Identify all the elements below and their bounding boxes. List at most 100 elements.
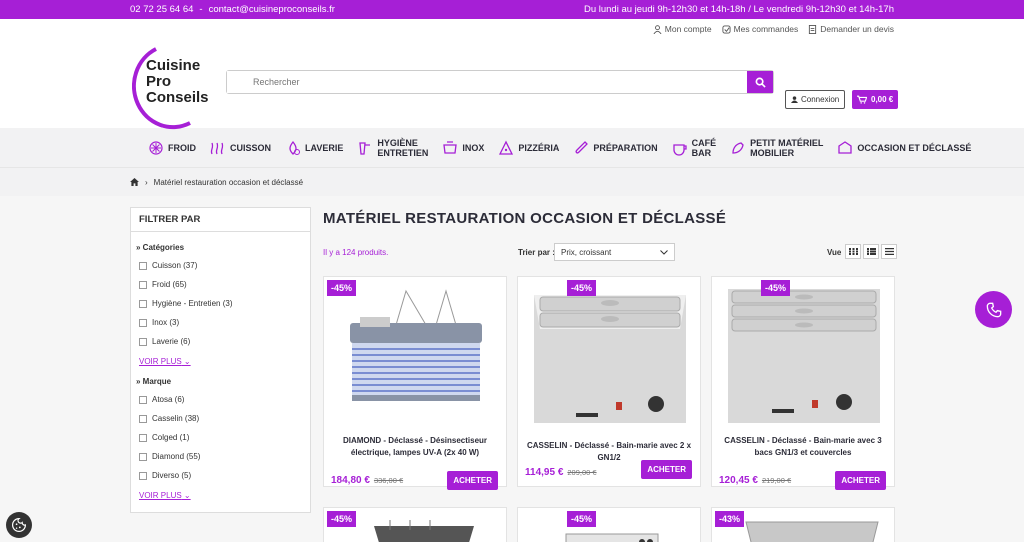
filter-option-label: Diamond (55) bbox=[152, 452, 201, 461]
sort-select[interactable]: Prix, croissant bbox=[554, 243, 675, 261]
snowflake-icon bbox=[149, 140, 163, 155]
old-price: 336,00 € bbox=[373, 476, 404, 485]
filter-option[interactable]: Atosa (6) bbox=[136, 390, 310, 409]
filter-option[interactable]: Froid (65) bbox=[136, 275, 310, 294]
top-bar: 02 72 25 64 64- contact@cuisineproconseil… bbox=[0, 0, 1024, 19]
breadcrumb: › Matériel restauration occasion et décl… bbox=[0, 167, 1024, 196]
checkbox[interactable] bbox=[139, 261, 147, 270]
nav-item-laverie[interactable]: LAVERIE bbox=[285, 140, 343, 156]
cart-icon bbox=[857, 95, 867, 104]
pizza-icon bbox=[499, 140, 514, 155]
filter-option[interactable]: Diverso (5) bbox=[136, 466, 310, 485]
product-card[interactable]: -45% DIAMOND - Déclassé - Désinsectiseur… bbox=[323, 276, 508, 490]
buy-button[interactable]: ACHETER bbox=[447, 471, 498, 490]
filter-option[interactable]: Laverie (6) bbox=[136, 332, 310, 351]
call-button[interactable] bbox=[975, 291, 1012, 328]
checkbox[interactable] bbox=[139, 318, 147, 327]
quote-link[interactable]: Demander un devis bbox=[808, 24, 894, 34]
nav-item-preparation[interactable]: PRÉPARATION bbox=[573, 140, 658, 156]
product-card[interactable]: -45% CASSELIN - Déclassé - Bain-marie av… bbox=[711, 276, 896, 490]
nav-item-hygiene[interactable]: HYGIÈNE ENTRETIEN bbox=[357, 138, 428, 158]
phone-icon bbox=[986, 302, 1001, 317]
filter-option[interactable]: Diamond (55) bbox=[136, 447, 310, 466]
buy-button[interactable]: ACHETER bbox=[641, 460, 692, 479]
checkbox[interactable] bbox=[139, 433, 147, 442]
orders-label: Mes commandes bbox=[733, 24, 799, 34]
search-button[interactable] bbox=[747, 71, 773, 93]
filter-option-label: Atosa (6) bbox=[152, 395, 185, 404]
filter-option[interactable]: Inox (3) bbox=[136, 313, 310, 332]
page-title: MATÉRIEL RESTAURATION OCCASION ET DÉCLAS… bbox=[323, 210, 727, 227]
filter-option-label: Colged (1) bbox=[152, 433, 190, 442]
product-name[interactable]: CASSELIN - Déclassé - Bain-marie avec 3 … bbox=[720, 435, 886, 459]
filter-heading: FILTRER PAR bbox=[131, 208, 310, 232]
account-label: Mon compte bbox=[664, 24, 712, 34]
brand-filter: » Marque Atosa (6) Casselin (38) Colged (1… bbox=[131, 366, 310, 500]
orders-link[interactable]: Mes commandes bbox=[722, 24, 799, 34]
content: FILTRER PAR » Catégories Cuisson (37) Fro… bbox=[0, 196, 1024, 542]
filter-option-label: Diverso (5) bbox=[152, 471, 192, 480]
checkbox[interactable] bbox=[139, 452, 147, 461]
nav-item-petit-materiel[interactable]: PETIT MATÉRIEL MOBILIER bbox=[730, 138, 823, 158]
checkbox[interactable] bbox=[139, 299, 147, 308]
discount-badge: -45% bbox=[761, 280, 791, 296]
grid-view-button[interactable] bbox=[845, 244, 861, 259]
email-link[interactable]: contact@cuisineproconseils.fr bbox=[209, 4, 335, 15]
categories-more-link[interactable]: VOIR PLUS ⌄ bbox=[136, 357, 310, 366]
product-name[interactable]: DIAMOND - Déclassé - Désinsectiseur élec… bbox=[332, 435, 498, 459]
nav-item-label: LAVERIE bbox=[305, 142, 344, 153]
buy-button[interactable]: ACHETER bbox=[835, 471, 886, 490]
checkbox[interactable] bbox=[139, 280, 147, 289]
steel-tray-icon bbox=[443, 140, 458, 154]
product-image-insect-killer[interactable] bbox=[324, 277, 508, 427]
nav-item-label: PETIT MATÉRIEL MOBILIER bbox=[750, 137, 824, 158]
filter-option[interactable]: Hygiène - Entretien (3) bbox=[136, 294, 310, 313]
water-drop-icon bbox=[289, 140, 301, 155]
nav-item-inox[interactable]: INOX bbox=[442, 140, 484, 156]
nav-item-label: FROID bbox=[168, 142, 196, 153]
product-image-bain-marie-3[interactable] bbox=[712, 277, 896, 427]
user-icon bbox=[653, 24, 662, 34]
spray-icon bbox=[359, 141, 371, 155]
filter-option-label: Casselin (38) bbox=[152, 414, 200, 423]
product-card[interactable]: -45% CASSELIN - Déclassé - Bain-marie av… bbox=[517, 276, 701, 487]
product-card[interactable]: -45% bbox=[517, 507, 701, 542]
product-image-gastro-tray bbox=[745, 521, 879, 542]
grid-icon bbox=[848, 248, 858, 255]
nav-item-cuisson[interactable]: CUISSON bbox=[210, 140, 271, 156]
nav-item-cafe[interactable]: CAFÉ BAR bbox=[672, 138, 716, 158]
old-price: 219,00 € bbox=[761, 476, 792, 485]
nav-item-pizzeria[interactable]: PIZZÉRIA bbox=[498, 140, 559, 156]
brands-more-link[interactable]: VOIR PLUS ⌄ bbox=[136, 491, 310, 500]
filter-option[interactable]: Casselin (38) bbox=[136, 409, 310, 428]
brand-filter-title: » Marque bbox=[136, 377, 172, 386]
list-view-button[interactable] bbox=[863, 244, 879, 259]
checkbox[interactable] bbox=[139, 471, 147, 480]
filter-option[interactable]: Colged (1) bbox=[136, 428, 310, 447]
product-card[interactable]: -43% bbox=[711, 507, 895, 542]
nav-item-occasion[interactable]: OCCASION ET DÉCLASSÉ bbox=[837, 140, 971, 156]
checkbox[interactable] bbox=[139, 414, 147, 423]
nav-item-froid[interactable]: FROID bbox=[148, 140, 196, 156]
table-view-button[interactable] bbox=[881, 244, 897, 259]
filter-option[interactable]: Cuisson (37) bbox=[136, 256, 310, 275]
product-image-bain-marie[interactable] bbox=[518, 277, 702, 427]
account-link[interactable]: Mon compte bbox=[653, 24, 712, 34]
product-price: 114,95 €209,00 € bbox=[525, 467, 597, 478]
search-input[interactable] bbox=[227, 71, 747, 93]
nav-item-label: PRÉPARATION bbox=[593, 142, 658, 153]
login-button[interactable]: Connexion bbox=[785, 90, 846, 109]
phone-link[interactable]: 02 72 25 64 64 bbox=[130, 4, 193, 15]
opening-hours: Du lundi au jeudi 9h-12h30 et 14h-18h / … bbox=[583, 4, 894, 15]
discount-badge: -43% bbox=[715, 511, 745, 527]
product-card[interactable]: -45% bbox=[323, 507, 507, 542]
cart-button[interactable]: 0,00 € bbox=[852, 90, 899, 109]
checkbox[interactable] bbox=[139, 337, 147, 346]
cookie-settings-button[interactable] bbox=[6, 512, 32, 538]
checkbox[interactable] bbox=[139, 395, 147, 404]
home-icon[interactable] bbox=[130, 178, 139, 186]
filter-option-label: Cuisson (37) bbox=[152, 261, 198, 270]
nav-item-label: OCCASION ET DÉCLASSÉ bbox=[857, 142, 972, 153]
logo[interactable]: Cuisine Pro Conseils bbox=[131, 43, 218, 133]
svg-text:Pro: Pro bbox=[146, 73, 171, 90]
